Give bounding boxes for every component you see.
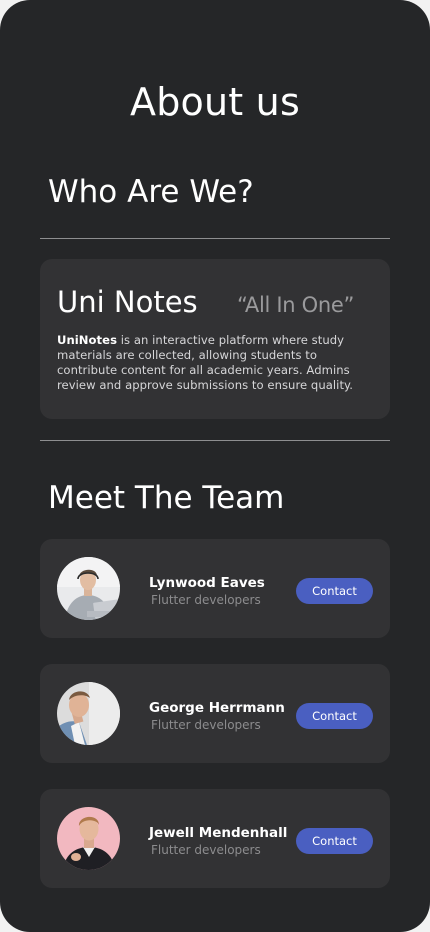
member-name: Lynwood Eaves (149, 575, 265, 591)
avatar-photo-man-in-suit (57, 682, 120, 745)
avatar (57, 557, 120, 620)
avatar-photo-man-with-laptop (57, 557, 120, 620)
about-description: UniNotes is an interactive platform wher… (57, 333, 379, 393)
avatar-photo-man-pink-background (57, 807, 120, 870)
member-role: Flutter developers (151, 843, 261, 857)
about-description-brand: UniNotes (57, 333, 118, 347)
about-screen: About us Who Are We? Uni Notes “All In O… (0, 0, 430, 932)
about-card: Uni Notes “All In One” UniNotes is an in… (40, 259, 390, 419)
who-are-we-heading: Who Are We? (48, 174, 254, 210)
avatar (57, 807, 120, 870)
meet-the-team-heading: Meet The Team (48, 480, 285, 516)
brand-name: Uni Notes (57, 285, 198, 319)
brand-tagline: “All In One” (237, 293, 355, 317)
contact-button[interactable]: Contact (296, 828, 373, 854)
member-role: Flutter developers (151, 593, 261, 607)
page-title: About us (130, 80, 300, 124)
avatar (57, 682, 120, 745)
contact-button[interactable]: Contact (296, 703, 373, 729)
contact-button[interactable]: Contact (296, 578, 373, 604)
member-role: Flutter developers (151, 718, 261, 732)
team-member-card: George Herrmann Flutter developers Conta… (40, 664, 390, 763)
member-name: George Herrmann (149, 700, 285, 716)
team-member-card: Lynwood Eaves Flutter developers Contact (40, 539, 390, 638)
team-member-card: Jewell Mendenhall Flutter developers Con… (40, 789, 390, 888)
member-name: Jewell Mendenhall (149, 825, 288, 841)
section-divider (40, 238, 390, 239)
section-divider (40, 440, 390, 441)
